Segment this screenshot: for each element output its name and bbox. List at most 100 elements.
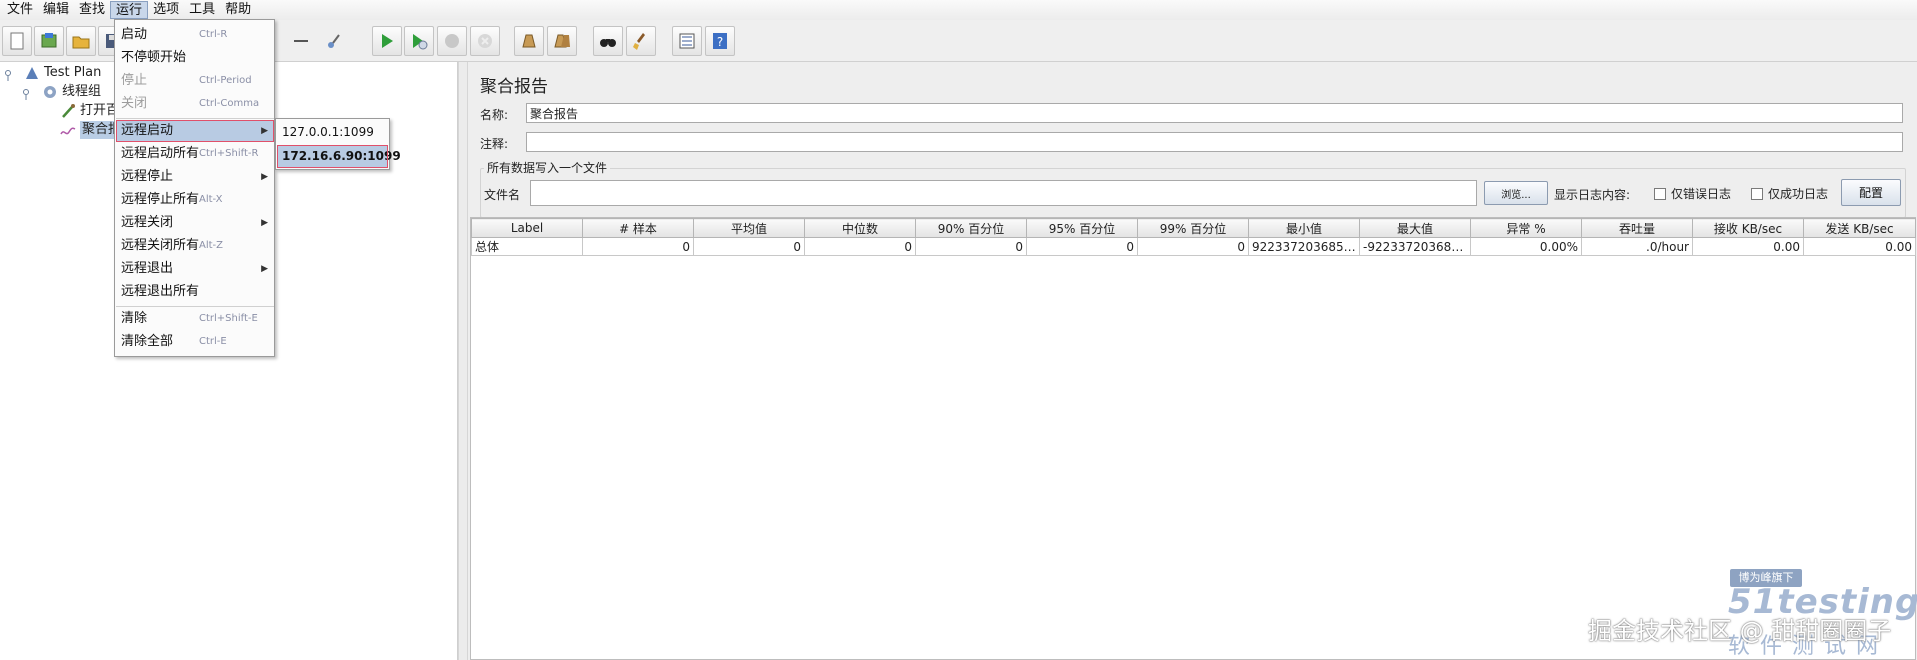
start-no-pause-icon[interactable] (404, 26, 434, 56)
menu-item-label: 远程关闭 (121, 215, 174, 230)
pipette-icon (60, 103, 76, 119)
column-header-throughput[interactable]: 吞吐量 (1581, 218, 1693, 238)
name-field[interactable] (526, 103, 1903, 123)
column-header-max[interactable]: 最大值 (1359, 218, 1471, 238)
menu-item-start-no-pause[interactable]: 不停顿开始 (116, 47, 274, 69)
menu-item-remote-start-all[interactable]: 远程启动所有 Ctrl+Shift-R (116, 143, 274, 165)
checkbox-box[interactable] (1751, 187, 1763, 200)
success-only-checkbox[interactable]: 仅成功日志 (1751, 185, 1828, 202)
column-header-p99[interactable]: 99% 百分位 (1137, 218, 1249, 238)
menu-item-remote-exit[interactable]: 远程退出 ▶ (116, 258, 274, 280)
menu-help[interactable]: 帮助 (220, 1, 256, 19)
filename-label: 文件名 (484, 188, 521, 202)
menu-item-label: 远程退出 (121, 261, 174, 276)
shortcut-label: Ctrl-Period (199, 75, 252, 86)
run-menu-dropdown: 启动 Ctrl-R 不停顿开始 停止 Ctrl-Period 关闭 Ctrl-C… (114, 19, 275, 357)
menu-item-label: 不停顿开始 (121, 50, 187, 65)
menu-file[interactable]: 文件 (2, 1, 38, 19)
checkbox-box[interactable] (1654, 187, 1666, 200)
table-cell: 总体 (471, 237, 583, 256)
shortcut-label: Ctrl+Shift-E (199, 313, 258, 324)
shortcut-label: Ctrl-Comma (199, 98, 260, 109)
column-header-p95[interactable]: 95% 百分位 (1026, 218, 1138, 238)
errors-only-label: 仅错误日志 (1671, 187, 1732, 201)
table-cell: 92233720368547... (1248, 237, 1360, 256)
menu-options[interactable]: 选项 (148, 1, 184, 19)
reset-search-icon[interactable] (626, 26, 656, 56)
expand-toggle-icon[interactable] (22, 84, 38, 100)
splitter-handle[interactable] (458, 62, 468, 660)
tree-node-sampler[interactable]: 打开百 (60, 102, 119, 120)
menu-search[interactable]: 查找 (74, 1, 110, 19)
menu-separator (116, 306, 274, 307)
function-helper-icon[interactable] (672, 26, 702, 56)
table-cell: 0.00 (1803, 237, 1916, 256)
submenu-item-host-remote[interactable]: 172.16.6.90:1099 (277, 145, 401, 168)
new-icon[interactable] (2, 26, 32, 56)
test-plan-icon (24, 65, 40, 81)
column-header-median[interactable]: 中位数 (804, 218, 916, 238)
menu-item-label: 远程启动所有 (121, 146, 200, 161)
table-cell: 0.00 (1692, 237, 1804, 256)
start-icon[interactable] (372, 26, 402, 56)
menu-edit[interactable]: 编辑 (38, 1, 74, 19)
column-header-p90[interactable]: 90% 百分位 (915, 218, 1027, 238)
menu-item-label: 清除 (121, 311, 148, 326)
menu-item-label: 启动 (121, 27, 148, 42)
clear-icon[interactable] (514, 26, 544, 56)
menu-item-label: 远程退出所有 (121, 284, 200, 299)
comment-label: 注释: (480, 137, 509, 151)
menu-item-remote-shutdown[interactable]: 远程关闭 ▶ (116, 212, 274, 234)
toggle-icon[interactable] (321, 26, 349, 56)
menu-separator (116, 118, 274, 119)
menu-item-start[interactable]: 启动 Ctrl-R (116, 24, 274, 46)
graph-icon (60, 122, 76, 138)
menu-item-remote-shutdown-all[interactable]: 远程关闭所有 Alt-Z (116, 235, 274, 257)
menu-item-remote-start[interactable]: 远程启动 ▶ (116, 120, 274, 142)
tree-node-thread-group[interactable]: 线程组 (22, 83, 101, 101)
menu-item-remote-exit-all[interactable]: 远程退出所有 (116, 281, 274, 303)
menu-item-label: 关闭 (121, 96, 148, 111)
column-header-label[interactable]: Label (471, 218, 583, 238)
shortcut-label: Alt-Z (199, 240, 223, 251)
menu-run[interactable]: 运行 (110, 1, 149, 19)
table-cell: 0 (915, 237, 1027, 256)
tree-node-test-plan[interactable]: Test Plan (4, 64, 101, 82)
clear-all-icon[interactable] (547, 26, 577, 56)
search-icon[interactable] (593, 26, 623, 56)
menu-item-remote-stop[interactable]: 远程停止 ▶ (116, 166, 274, 188)
help-icon[interactable]: ? (705, 26, 735, 56)
table-row[interactable]: 总体 0 0 0 0 0 0 92233720368547... -922337… (471, 237, 1916, 256)
table-header-row: Label # 样本 平均值 中位数 90% 百分位 95% 百分位 99% 百… (471, 218, 1916, 238)
templates-icon[interactable] (34, 26, 64, 56)
browse-button[interactable]: 浏览... (1484, 181, 1548, 205)
submenu-item-host-local[interactable]: 127.0.0.1:1099 (277, 121, 388, 144)
menubar: 文件 编辑 查找 运行 选项 工具 帮助 (0, 0, 1917, 20)
collapse-icon[interactable] (289, 26, 313, 56)
column-header-min[interactable]: 最小值 (1248, 218, 1360, 238)
menu-item-label: 停止 (121, 73, 148, 88)
column-header-average[interactable]: 平均值 (693, 218, 805, 238)
filename-field[interactable] (530, 180, 1477, 206)
menu-tools[interactable]: 工具 (184, 1, 220, 19)
column-header-error[interactable]: 异常 % (1470, 218, 1582, 238)
menu-item-clear-all[interactable]: 清除全部 Ctrl-E (116, 331, 274, 353)
submenu-arrow-icon: ▶ (261, 264, 268, 274)
menu-item-label: 远程关闭所有 (121, 238, 200, 253)
table-cell: 0 (1026, 237, 1138, 256)
table-cell: 0 (804, 237, 916, 256)
open-icon[interactable] (66, 26, 96, 56)
table-cell: 0 (1137, 237, 1249, 256)
errors-only-checkbox[interactable]: 仅错误日志 (1654, 185, 1731, 202)
menu-item-remote-stop-all[interactable]: 远程停止所有 Alt-X (116, 189, 274, 211)
configure-button[interactable]: 配置 (1841, 179, 1901, 206)
column-header-samples[interactable]: # 样本 (582, 218, 694, 238)
comment-field[interactable] (526, 132, 1903, 152)
column-header-received[interactable]: 接收 KB/sec (1692, 218, 1804, 238)
column-header-sent[interactable]: 发送 KB/sec (1803, 218, 1916, 238)
menu-item-clear[interactable]: 清除 Ctrl+Shift-E (116, 308, 274, 330)
watermark-juejin: 掘金技术社区 @ 甜甜圈圈子 (1588, 617, 1892, 645)
expand-toggle-icon[interactable] (4, 65, 20, 81)
menu-item-shutdown: 关闭 Ctrl-Comma (116, 93, 274, 115)
page-title: 聚合报告 (480, 77, 548, 97)
